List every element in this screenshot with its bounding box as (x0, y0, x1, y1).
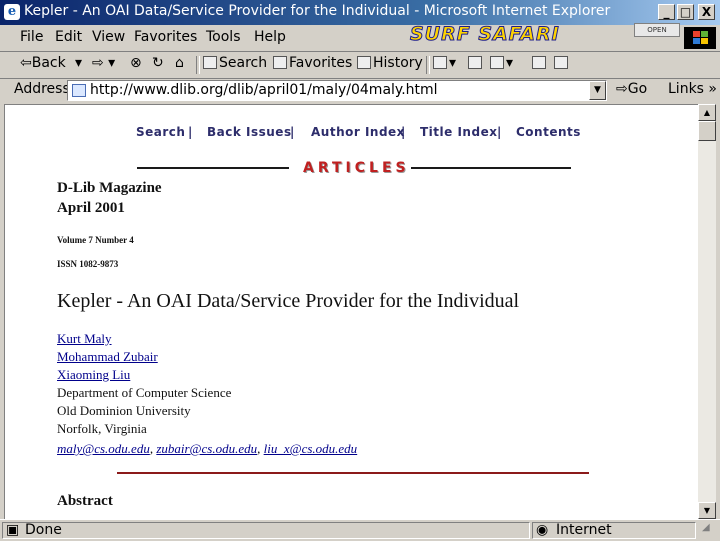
nav-search-link[interactable]: Search (136, 125, 185, 139)
vertical-scrollbar[interactable]: ▲ ▼ (698, 104, 716, 519)
brand-open-button[interactable]: OPEN (634, 23, 680, 37)
email-link[interactable]: maly@cs.odu.edu (57, 441, 150, 456)
magazine-name: D-Lib Magazine (57, 180, 162, 196)
nav-contents-link[interactable]: Contents (516, 125, 581, 139)
print-icon[interactable] (468, 55, 484, 71)
author-link[interactable]: Xiaoming Liu (57, 367, 130, 383)
nav-author-index-link[interactable]: Author Index (311, 125, 405, 139)
go-button[interactable]: ⇨Go (616, 81, 647, 97)
affiliation-line: Old Dominion University (57, 403, 191, 418)
back-button[interactable]: ⇦Back (20, 55, 66, 71)
edit-icon[interactable]: ▾ (490, 55, 513, 71)
refresh-icon[interactable]: ↻ (152, 55, 164, 71)
address-label: Address (14, 81, 70, 97)
menu-favorites[interactable]: Favorites (134, 29, 197, 45)
menu-edit[interactable]: Edit (55, 29, 82, 45)
forward-arrow-icon: ⇨ (92, 55, 104, 71)
history-button[interactable]: History (357, 55, 423, 71)
divider-rule (117, 472, 589, 474)
go-arrow-icon: ⇨ (616, 81, 628, 97)
author-link[interactable]: Mohammad Zubair (57, 349, 158, 365)
ie-icon: e (4, 4, 20, 20)
status-zone: Internet (556, 522, 612, 538)
home-icon[interactable]: ⌂ (175, 55, 184, 71)
search-button[interactable]: Search (203, 55, 267, 71)
volume-number: Volume 7 Number 4 (57, 235, 134, 245)
nav-title-index-link[interactable]: Title Index (420, 125, 497, 139)
favorites-icon (273, 56, 287, 69)
standard-toolbar: ⇦Back ▾ ⇨ ▾ ⊗ ↻ ⌂ Search Favorites Histo… (0, 52, 720, 79)
nav-back-issues-link[interactable]: Back Issues (207, 125, 292, 139)
author-link[interactable]: Kurt Maly (57, 331, 112, 347)
page-viewport[interactable]: Search | Back Issues | Author Index | Ti… (4, 104, 699, 519)
menu-tools[interactable]: Tools (206, 29, 241, 45)
status-page-icon: ▣ (6, 522, 20, 538)
internet-zone-icon: ◉ (536, 522, 549, 538)
links-button[interactable]: Links » (668, 81, 717, 97)
discuss-icon[interactable] (532, 55, 548, 71)
address-bar: Address http://www.dlib.org/dlib/april01… (0, 78, 720, 103)
section-rule-left (137, 167, 289, 169)
stop-icon[interactable]: ⊗ (130, 55, 142, 71)
menu-view[interactable]: View (92, 29, 125, 45)
search-icon (203, 56, 217, 69)
author-emails: maly@cs.odu.edu, zubair@cs.odu.edu, liu_… (57, 441, 358, 456)
abstract-heading: Abstract (57, 493, 113, 509)
brand-text: SURF SAFARI (410, 23, 560, 46)
back-dropdown-icon[interactable]: ▾ (75, 55, 82, 71)
scroll-down-icon[interactable]: ▼ (698, 502, 716, 519)
close-button[interactable]: X (698, 4, 715, 20)
window-title: Kepler - An OAI Data/Service Provider fo… (24, 3, 611, 19)
mail-icon[interactable]: ▾ (433, 55, 456, 71)
messenger-icon[interactable] (554, 55, 570, 71)
email-link[interactable]: liu_x@cs.odu.edu (264, 441, 358, 456)
address-input[interactable]: http://www.dlib.org/dlib/april01/maly/04… (67, 80, 607, 101)
back-arrow-icon: ⇦ (20, 55, 32, 71)
window-titlebar[interactable]: e Kepler - An OAI Data/Service Provider … (0, 0, 720, 25)
maximize-button[interactable]: □ (677, 4, 694, 20)
article-title: Kepler - An OAI Data/Service Provider fo… (57, 290, 520, 312)
isp-brand-logo: SURF SAFARI OPEN (410, 23, 680, 47)
affiliation-line: Norfolk, Virginia (57, 421, 147, 436)
history-icon (357, 56, 371, 69)
favorites-button[interactable]: Favorites (273, 55, 352, 71)
windows-logo-icon (684, 27, 716, 49)
menu-file[interactable]: File (20, 29, 43, 45)
forward-button[interactable]: ⇨ ▾ (92, 55, 115, 71)
resize-grip-icon[interactable]: ◢ (702, 522, 710, 533)
status-text: Done (25, 522, 62, 538)
address-dropdown-icon[interactable]: ▼ (589, 81, 606, 100)
menu-help[interactable]: Help (254, 29, 286, 45)
issue-date: April 2001 (57, 200, 125, 216)
status-bar: ▣ Done ◉ Internet ◢ (0, 519, 720, 541)
affiliation-line: Department of Computer Science (57, 385, 232, 400)
page-icon (72, 84, 86, 97)
address-url: http://www.dlib.org/dlib/april01/maly/04… (90, 82, 438, 98)
minimize-button[interactable]: _ (658, 4, 675, 20)
scroll-up-icon[interactable]: ▲ (698, 104, 716, 121)
issn: ISSN 1082-9873 (57, 259, 119, 269)
section-rule-right (411, 167, 571, 169)
scroll-thumb[interactable] (698, 121, 716, 141)
email-link[interactable]: zubair@cs.odu.edu (156, 441, 257, 456)
section-heading: ARTICLES (303, 160, 410, 176)
